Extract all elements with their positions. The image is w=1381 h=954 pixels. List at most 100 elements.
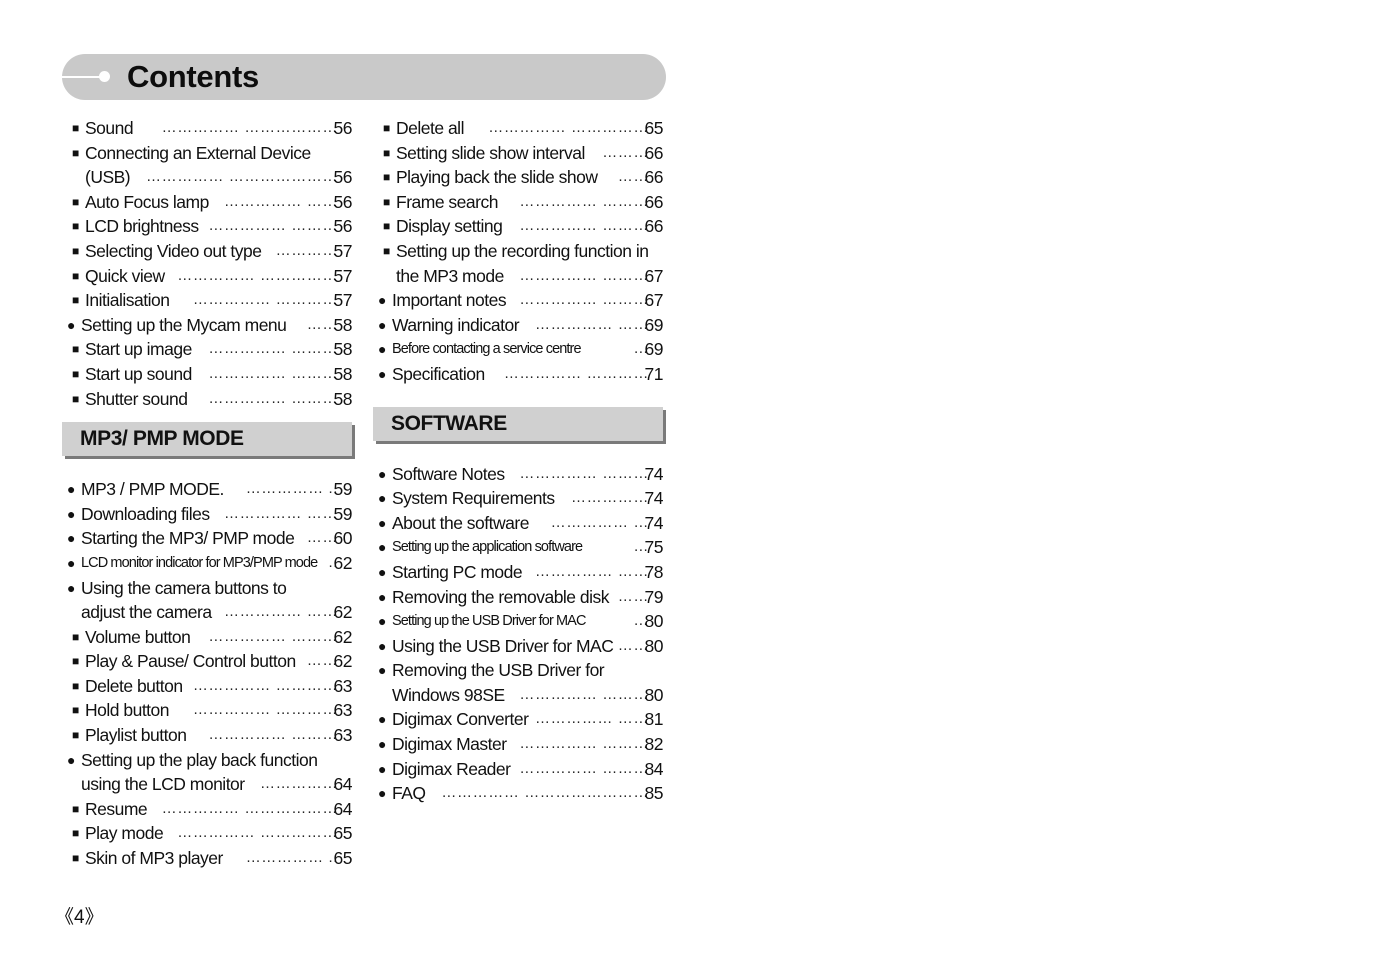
toc-entry[interactable]: ● About the software…………… … 74 <box>373 511 673 536</box>
dot-leader: …………… .. <box>245 849 338 867</box>
toc-entry[interactable]: ● Setting up the Mycam menu…… 58 <box>62 313 362 338</box>
toc-entry[interactable]: ■ Skin of MP3 player…………… .. 65 <box>62 846 362 871</box>
toc-entry[interactable]: ■ Playlist button…………… ……… 63 <box>62 723 362 748</box>
toc-entry[interactable]: ● Before contacting a service centre… 69 <box>373 337 673 362</box>
toc-entry-label: Sound <box>85 118 134 138</box>
toc-entry-label: Frame search <box>396 191 498 212</box>
toc-page-number: 75 <box>644 537 664 558</box>
toc-entry-label: Skin of MP3 player <box>85 848 223 869</box>
toc-entry[interactable]: ● FAQ…………… …………………… 85 <box>373 781 673 806</box>
toc-entry[interactable]: ● Setting up the play back function <box>62 748 362 773</box>
toc-entry[interactable]: ● Removing the removable disk…… 79 <box>373 585 673 610</box>
toc-entry[interactable]: ■ Auto Focus lamp…………… …… 56 <box>62 190 362 215</box>
toc-entry[interactable]: ■ LCD brightness…………… ……… 56 <box>62 214 362 239</box>
toc-entry[interactable]: ■ Connecting an External Device <box>62 141 362 166</box>
dot-leader: …………… ……… <box>208 364 338 382</box>
toc-entry[interactable]: ● LCD monitor indicator for MP3/PMP mode.… <box>62 551 362 576</box>
toc-entry[interactable]: ■ Quick view…………… …………… 57 <box>62 264 362 289</box>
left-column: ■ Sound…………… ……………… 56 ■ Connecting an Exter… <box>62 116 362 871</box>
toc-page-number: 58 <box>333 339 353 360</box>
toc-entry[interactable]: ● Important notes…………… ……… 67 <box>373 288 673 313</box>
toc-page-number: 65 <box>644 118 664 138</box>
dot-leader: …………… …………… <box>488 119 649 136</box>
toc-entry[interactable]: ■ Display setting…………… ……… 66 <box>373 214 673 239</box>
section-title: SOFTWARE <box>391 411 507 435</box>
dot-leader: …………… ……… <box>519 759 649 777</box>
toc-entry[interactable]: using the LCD monitor …………… 64 <box>62 772 362 797</box>
toc-entry[interactable]: ■ Delete all…………… …………… 65 <box>373 116 673 141</box>
section-header-mp3-pmp: MP3/ PMP MODE <box>62 422 352 457</box>
toc-entry-label: Downloading files <box>81 503 210 524</box>
page-number: 《4》 <box>55 907 104 928</box>
toc-entry[interactable]: ■ Initialisation…………… ………… 57 <box>62 288 362 313</box>
toc-entry[interactable]: Windows 98SE …………… ……… 80 <box>373 683 673 708</box>
toc-entry[interactable]: ■ Delete button…………… ………… 63 <box>62 674 362 699</box>
toc-entry[interactable]: ● Warning indicator…………… …… 69 <box>373 313 673 338</box>
toc-entry[interactable]: adjust the camera …………… …… 62 <box>62 600 362 625</box>
toc-entry[interactable]: ● Digimax Master…………… ……… 82 <box>373 732 673 757</box>
toc-entry[interactable]: ● Removing the USB Driver for <box>373 658 673 683</box>
title-dot-icon <box>99 71 110 82</box>
toc-entry-label: Hold button <box>85 700 170 721</box>
toc-entry[interactable]: ■ Start up sound…………… ……… 58 <box>62 362 362 387</box>
toc-entry[interactable]: ■ Resume…………… ……………… 64 <box>62 797 362 822</box>
toc-page-number: 69 <box>644 339 664 360</box>
toc-entry[interactable]: ■ Frame search…………… ……… 66 <box>373 190 673 215</box>
toc-page-number: 59 <box>333 479 353 500</box>
toc-entry[interactable]: ● Starting PC mode…………… …… 78 <box>373 560 673 585</box>
title-line-decoration <box>62 76 102 78</box>
toc-entry[interactable]: ● Digimax Converter…………… …… 81 <box>373 707 673 732</box>
toc-entry[interactable]: ■ Sound…………… ……………… 56 <box>62 116 362 141</box>
toc-entry[interactable]: ■ Start up image…………… ……… 58 <box>62 337 362 362</box>
toc-entry-label: Windows 98SE <box>392 684 505 705</box>
toc-entry[interactable]: ■ Play & Pause/ Control button…… 62 <box>62 649 362 674</box>
toc-page-number: 59 <box>333 503 353 524</box>
toc-page-number: 57 <box>333 265 353 286</box>
toc-entry-label: Important notes <box>392 290 507 311</box>
toc-entry[interactable]: (USB) …………… ………………… 56 <box>62 165 362 190</box>
toc-entry[interactable]: ● Setting up the USB Driver for MAC… 80 <box>373 609 673 634</box>
page-title: Contents <box>127 59 259 94</box>
toc-entry[interactable]: ● Using the USB Driver for MAC…… 80 <box>373 634 673 659</box>
toc-entry[interactable]: ■ Volume button…………… ……… 62 <box>62 625 362 650</box>
toc-entry-label: Software Notes <box>392 463 505 484</box>
toc-page-number: 65 <box>333 848 353 869</box>
toc-entry-label: Setting up the Mycam menu <box>81 314 287 335</box>
toc-page-number: 80 <box>644 684 664 705</box>
toc-entry-label: System Requirements <box>392 488 555 509</box>
toc-entry[interactable]: ● Using the camera buttons to <box>62 576 362 601</box>
toc-entry[interactable]: ■ Selecting Video out type………… 57 <box>62 239 362 264</box>
toc-entry[interactable]: ■ Play mode…………… …………… 65 <box>62 821 362 846</box>
toc-page-number: 56 <box>333 167 353 188</box>
dot-leader: …………… ……… <box>519 735 649 753</box>
toc-page-number: 64 <box>333 774 353 795</box>
toc-entry[interactable]: ● Downloading files…………… …… 59 <box>62 502 362 527</box>
toc-page-number: 74 <box>644 463 664 484</box>
toc-entry-label: Warning indicator <box>392 314 520 335</box>
toc-entry[interactable]: ● Digimax Reader…………… ……… 84 <box>373 757 673 782</box>
toc-entry[interactable]: the MP3 mode …………… ……… 67 <box>373 264 673 289</box>
toc-page-number: 62 <box>333 651 353 672</box>
toc-entry-label: the MP3 mode <box>396 265 504 286</box>
toc-entry-label: Display setting <box>396 216 503 237</box>
toc-entry-label: Digimax Reader <box>392 758 511 779</box>
dot-leader: …………… ………………… <box>146 168 338 186</box>
toc-entry[interactable]: ■ Setting up the recording function in <box>373 239 673 264</box>
toc-page-number: 62 <box>333 602 353 623</box>
toc-page-number: 67 <box>644 265 664 286</box>
toc-entry[interactable]: ● Setting up the application software… 75 <box>373 535 673 560</box>
dot-leader: …………… .. <box>245 480 338 498</box>
toc-entry[interactable]: ■ Hold button…………… ………… 63 <box>62 698 362 723</box>
left-top-entries: ■ Sound…………… ……………… 56 ■ Connecting an Exter… <box>62 116 362 411</box>
toc-page-number: 84 <box>644 758 664 779</box>
toc-entry[interactable]: ■ Playing back the slide show…… 66 <box>373 165 673 190</box>
toc-entry-label: Play mode <box>85 823 164 844</box>
toc-entry[interactable]: ■ Shutter sound…………… ……… 58 <box>62 387 362 412</box>
toc-entry-label: Connecting an External Device <box>85 142 311 163</box>
toc-entry[interactable]: ■ Setting slide show interval……… 66 <box>373 141 673 166</box>
toc-entry[interactable]: ● Specification…………… ………… 71 <box>373 362 673 387</box>
toc-entry[interactable]: ● Starting the MP3/ PMP mode…… 60 <box>62 526 362 551</box>
toc-entry[interactable]: ● System Requirements…………… 74 <box>373 486 673 511</box>
toc-entry[interactable]: ● MP3 / PMP MODE.…………… .. 59 <box>62 477 362 502</box>
toc-entry[interactable]: ● Software Notes…………… ……… 74 <box>373 462 673 487</box>
